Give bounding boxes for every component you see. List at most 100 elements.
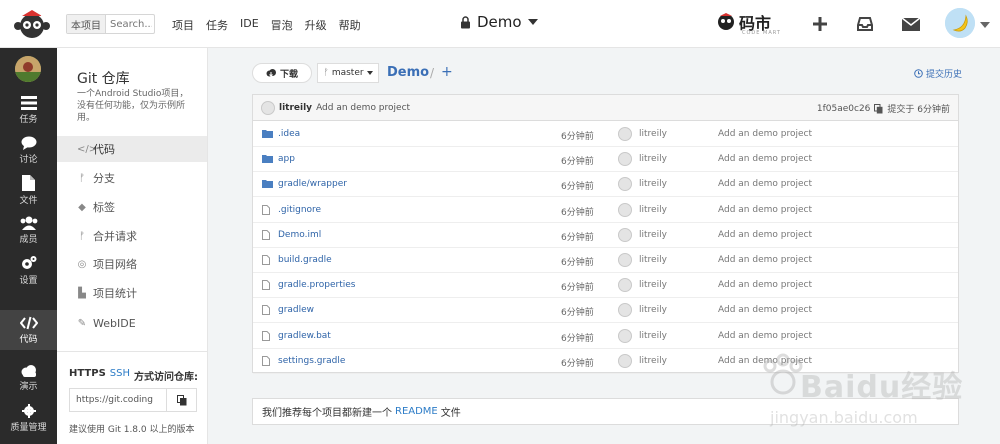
readme-link[interactable]: README bbox=[395, 406, 438, 417]
user-avatar[interactable] bbox=[945, 8, 975, 38]
file-row[interactable]: Demo.iml 6分钟前 litreily Add an demo project bbox=[253, 223, 958, 248]
file-author[interactable]: litreily bbox=[639, 331, 667, 341]
file-name[interactable]: gradle.properties bbox=[278, 280, 355, 290]
branch-select[interactable]: ᚠ master bbox=[317, 63, 379, 83]
file-icon bbox=[262, 229, 270, 243]
sidebar-item-discussions[interactable]: 讨论 bbox=[0, 130, 57, 170]
file-author[interactable]: litreily bbox=[639, 356, 667, 366]
copy-icon[interactable] bbox=[874, 103, 883, 114]
nav-projects[interactable]: 项目 bbox=[172, 17, 194, 33]
file-author-avatar[interactable] bbox=[618, 353, 632, 368]
nav-bubble[interactable]: 冒泡 bbox=[271, 17, 293, 33]
file-author-avatar[interactable] bbox=[618, 328, 632, 343]
file-name[interactable]: gradlew bbox=[278, 305, 314, 315]
file-commit-message[interactable]: Add an demo project bbox=[718, 154, 812, 164]
file-commit-message[interactable]: Add an demo project bbox=[718, 129, 812, 139]
breadcrumb-repo[interactable]: Demo bbox=[387, 65, 429, 80]
file-row[interactable]: gradlew.bat 6分钟前 litreily Add an demo proje… bbox=[253, 324, 958, 349]
file-author-avatar[interactable] bbox=[618, 227, 632, 242]
file-name[interactable]: .idea bbox=[278, 129, 300, 139]
sidebar-item-quality[interactable]: 质量管理 bbox=[0, 398, 57, 438]
sidebar-item-demo[interactable]: 演示 bbox=[0, 358, 57, 398]
add-file-button[interactable]: + bbox=[441, 64, 453, 80]
file-commit-message[interactable]: Add an demo project bbox=[718, 331, 812, 341]
file-author[interactable]: litreily bbox=[639, 230, 667, 240]
file-author-avatar[interactable] bbox=[618, 202, 632, 217]
file-row[interactable]: settings.gradle 6分钟前 litreily Add an demo p… bbox=[253, 349, 958, 374]
file-author-avatar[interactable] bbox=[618, 127, 632, 141]
search-scope[interactable]: 本项目 bbox=[67, 15, 106, 33]
file-author[interactable]: litreily bbox=[639, 129, 667, 139]
user-menu-chevron-icon[interactable] bbox=[980, 22, 990, 28]
nav-ide[interactable]: IDE bbox=[240, 17, 259, 33]
file-commit-message[interactable]: Add an demo project bbox=[718, 230, 812, 240]
file-author-avatar[interactable] bbox=[618, 177, 632, 192]
sidebar-item-files[interactable]: 文件 bbox=[0, 170, 57, 210]
file-author[interactable]: litreily bbox=[639, 305, 667, 315]
clone-url-input[interactable] bbox=[70, 395, 166, 405]
nav-tasks[interactable]: 任务 bbox=[206, 17, 228, 33]
file-commit-message[interactable]: Add an demo project bbox=[718, 305, 812, 315]
file-name[interactable]: Demo.iml bbox=[278, 230, 321, 240]
file-row[interactable]: .idea 6分钟前 litreily Add an demo project bbox=[253, 122, 958, 147]
repo-menu-merge-requests[interactable]: ᚠ 合并请求 bbox=[57, 223, 207, 249]
repo-menu-network[interactable]: ◎ 项目网络 bbox=[57, 251, 207, 277]
commit-hash[interactable]: 1f05ae0c26 bbox=[817, 104, 871, 114]
repo-menu-stats[interactable]: ▙ 项目统计 bbox=[57, 280, 207, 306]
clone-ssh-option[interactable]: SSH bbox=[110, 368, 130, 383]
nav-help[interactable]: 帮助 bbox=[339, 17, 361, 33]
file-row[interactable]: gradlew 6分钟前 litreily Add an demo project bbox=[253, 298, 958, 324]
file-name[interactable]: gradle/wrapper bbox=[278, 179, 347, 189]
file-name[interactable]: build.gradle bbox=[278, 255, 332, 265]
commit-author-avatar[interactable] bbox=[261, 100, 275, 115]
copy-url-button[interactable] bbox=[166, 389, 196, 411]
file-author-avatar[interactable] bbox=[618, 303, 632, 318]
commit-author[interactable]: litreily bbox=[279, 103, 312, 113]
sidebar-item-code[interactable]: 代码 bbox=[0, 310, 57, 350]
file-row[interactable]: .gitignore 6分钟前 litreily Add an demo projec… bbox=[253, 198, 958, 223]
sidebar-item-settings[interactable]: 设置 bbox=[0, 250, 57, 290]
mail-icon[interactable] bbox=[899, 12, 923, 36]
repo-menu-branches[interactable]: ᚠ 分支 bbox=[57, 165, 207, 191]
file-row[interactable]: app 6分钟前 litreily Add an demo project bbox=[253, 147, 958, 173]
file-author-avatar[interactable] bbox=[618, 152, 632, 167]
commit-message[interactable]: Add an demo project bbox=[316, 103, 410, 113]
coding-logo-icon[interactable] bbox=[10, 8, 54, 40]
download-button[interactable]: 下载 bbox=[252, 63, 312, 83]
sidebar-item-members[interactable]: 成员 bbox=[0, 210, 57, 250]
nav-upgrade[interactable]: 升级 bbox=[305, 17, 327, 33]
project-avatar[interactable] bbox=[15, 56, 41, 82]
inbox-icon[interactable] bbox=[853, 12, 877, 36]
file-name[interactable]: app bbox=[278, 154, 295, 164]
repo-menu-webide-label: WebIDE bbox=[93, 316, 136, 330]
file-commit-message[interactable]: Add an demo project bbox=[718, 280, 812, 290]
file-author[interactable]: litreily bbox=[639, 205, 667, 215]
file-author[interactable]: litreily bbox=[639, 255, 667, 265]
file-commit-message[interactable]: Add an demo project bbox=[718, 205, 812, 215]
file-author[interactable]: litreily bbox=[639, 179, 667, 189]
add-icon[interactable] bbox=[808, 12, 832, 36]
file-author[interactable]: litreily bbox=[639, 154, 667, 164]
file-author-avatar[interactable] bbox=[618, 278, 632, 293]
file-name[interactable]: settings.gradle bbox=[278, 356, 345, 366]
file-row[interactable]: build.gradle 6分钟前 litreily Add an demo proj… bbox=[253, 248, 958, 273]
file-name[interactable]: gradlew.bat bbox=[278, 331, 331, 341]
sidebar-item-tasks[interactable]: 任务 bbox=[0, 90, 57, 130]
repo-menu-stats-label: 项目统计 bbox=[93, 287, 137, 300]
download-label: 下载 bbox=[279, 69, 298, 80]
commit-history-link[interactable]: 提交历史 bbox=[914, 67, 962, 80]
clone-https-option[interactable]: HTTPS bbox=[69, 368, 106, 383]
search-input[interactable] bbox=[106, 18, 152, 30]
file-commit-message[interactable]: Add an demo project bbox=[718, 356, 812, 366]
repo-menu-code[interactable]: </> 代码 bbox=[57, 136, 207, 162]
project-switcher[interactable]: Demo bbox=[460, 13, 538, 31]
file-author[interactable]: litreily bbox=[639, 280, 667, 290]
file-row[interactable]: gradle/wrapper 6分钟前 litreily Add an demo pr… bbox=[253, 172, 958, 198]
file-commit-message[interactable]: Add an demo project bbox=[718, 179, 812, 189]
file-commit-message[interactable]: Add an demo project bbox=[718, 255, 812, 265]
file-name[interactable]: .gitignore bbox=[278, 205, 321, 215]
file-row[interactable]: gradle.properties 6分钟前 litreily Add an demo… bbox=[253, 273, 958, 299]
repo-menu-webide[interactable]: ✎ WebIDE bbox=[57, 310, 207, 336]
file-author-avatar[interactable] bbox=[618, 253, 632, 267]
repo-menu-tags[interactable]: ◆ 标签 bbox=[57, 194, 207, 220]
